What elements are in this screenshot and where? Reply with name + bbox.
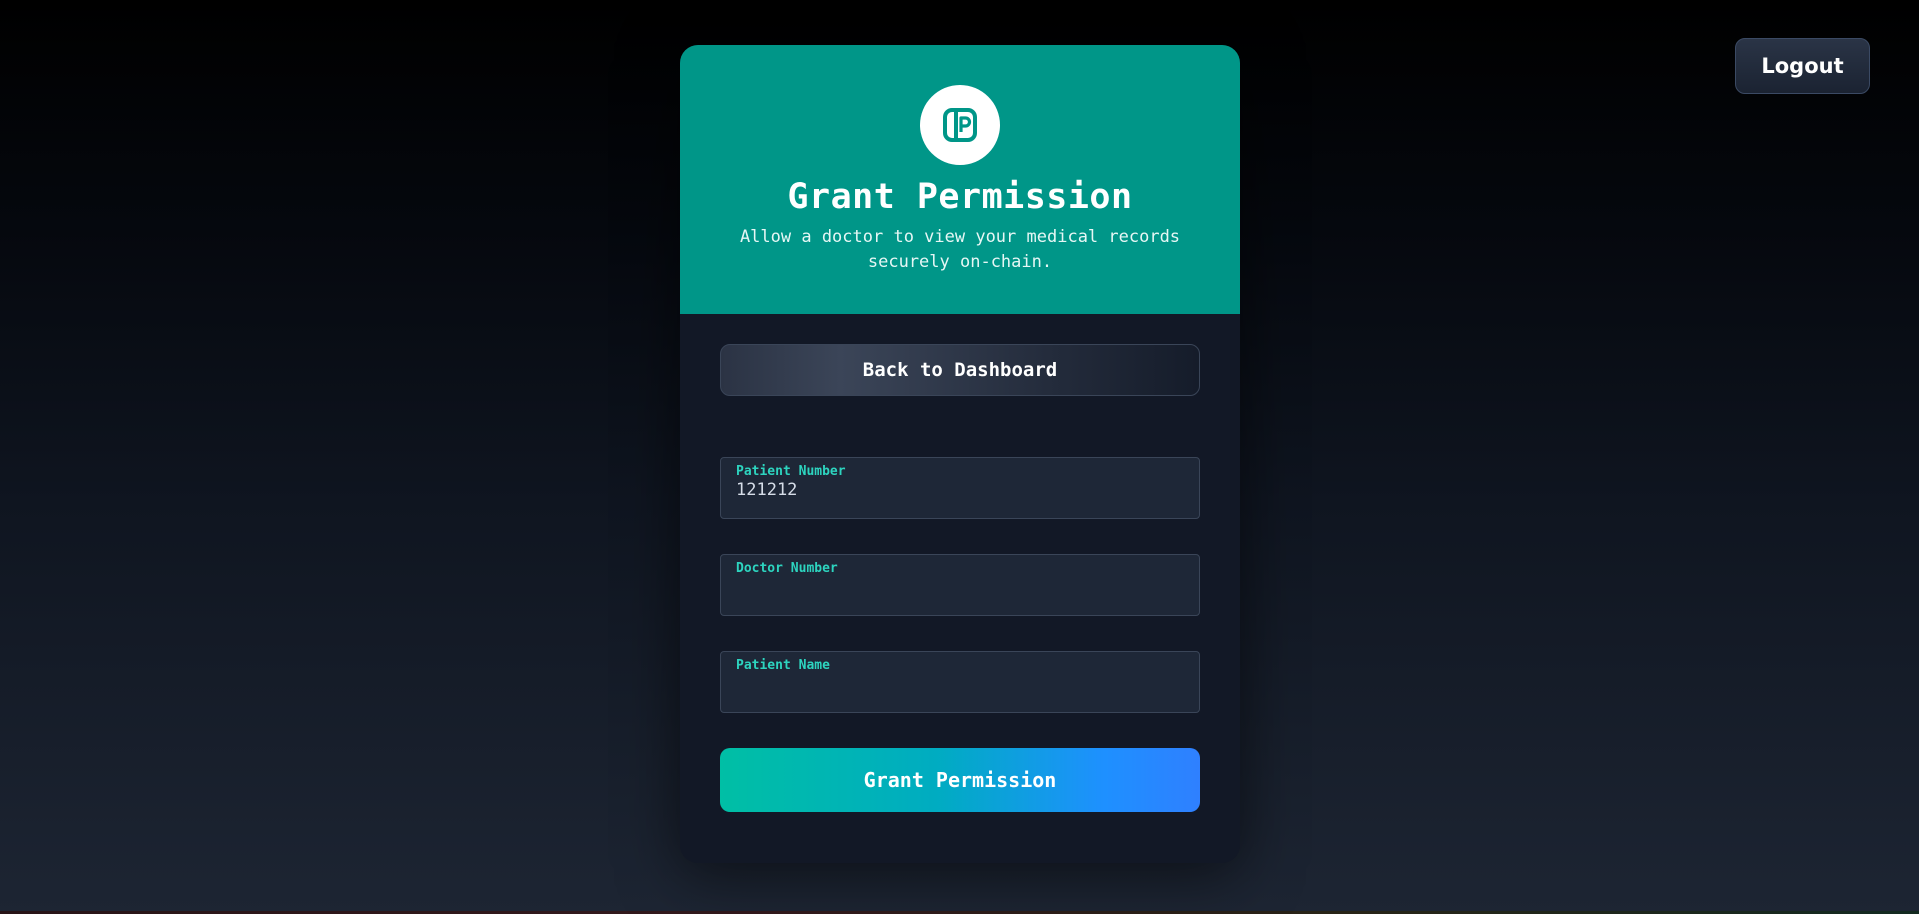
logout-button[interactable]: Logout — [1735, 38, 1870, 94]
medical-record-icon — [943, 108, 977, 142]
patient-name-field[interactable]: Patient Name — [720, 651, 1200, 713]
back-to-dashboard-button[interactable]: Back to Dashboard — [720, 344, 1200, 396]
grant-permission-button[interactable]: Grant Permission — [720, 748, 1200, 812]
patient-number-field[interactable]: Patient Number — [720, 457, 1200, 519]
doctor-number-label: Doctor Number — [736, 561, 838, 576]
grant-permission-card: Grant Permission Allow a doctor to view … — [680, 45, 1240, 863]
page-subtitle: Allow a doctor to view your medical reco… — [739, 227, 1181, 272]
icon-badge — [920, 85, 1000, 165]
card-header: Grant Permission Allow a doctor to view … — [680, 45, 1240, 314]
doctor-number-input[interactable] — [736, 576, 1184, 598]
patient-number-label: Patient Number — [736, 464, 846, 479]
patient-name-label: Patient Name — [736, 658, 830, 673]
patient-name-input[interactable] — [736, 673, 1184, 695]
patient-number-input[interactable] — [736, 479, 1184, 501]
doctor-number-field[interactable]: Doctor Number — [720, 554, 1200, 616]
page-title: Grant Permission — [787, 177, 1133, 217]
